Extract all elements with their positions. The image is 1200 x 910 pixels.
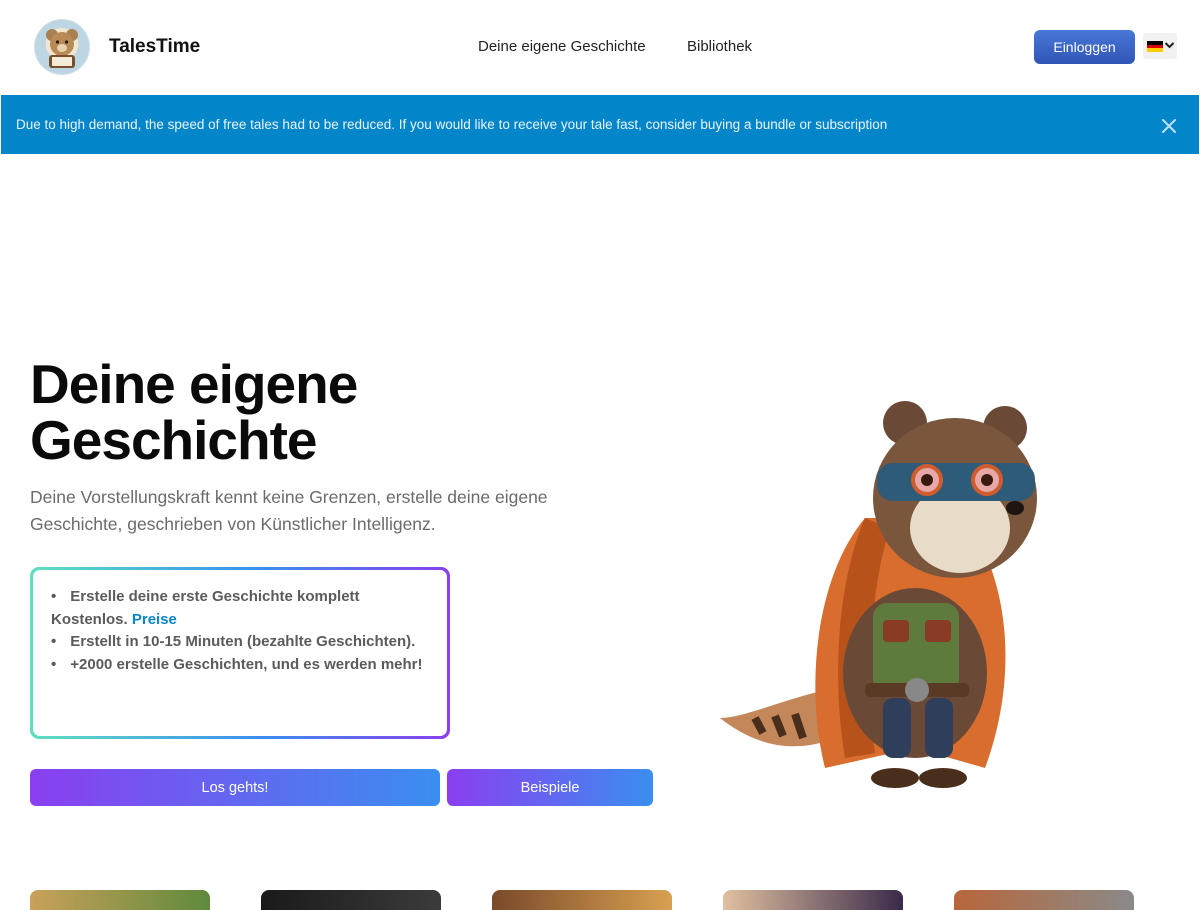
superhero-raccoon-illustration [720,401,1037,788]
story-thumbnail[interactable] [261,890,441,910]
nav-link-own-story[interactable]: Deine eigene Geschichte [478,38,646,55]
story-thumbnail[interactable] [492,890,672,910]
login-button[interactable]: Einloggen [1034,30,1135,64]
story-thumbnail[interactable] [954,890,1134,910]
notice-banner: Due to high demand, the speed of free ta… [1,95,1199,154]
feature-item-free: Erstelle deine erste Geschichte komplett… [51,586,429,631]
story-thumbnail[interactable] [30,890,210,910]
feature-item-count: +2000 erstelle Geschichten, und es werde… [51,654,429,677]
bear-logo-icon[interactable] [34,19,90,75]
feature-item-speed: Erstellt in 10-15 Minuten (bezahlte Gesc… [51,631,429,654]
title-line-1: Deine eigene [30,353,358,415]
chevron-down-icon [1164,42,1175,49]
story-thumbnail[interactable] [723,890,903,910]
german-flag-icon [1147,41,1163,52]
close-icon[interactable] [1158,115,1180,137]
language-selector[interactable] [1143,33,1177,59]
page-title: Deine eigene Geschichte [30,353,358,471]
title-line-2: Geschichte [30,409,318,471]
examples-button[interactable]: Beispiele [447,769,653,806]
hero-subtitle: Deine Vorstellungskraft kennt keine Gren… [30,487,548,534]
nav-link-library[interactable]: Bibliothek [687,38,752,55]
notice-text: Due to high demand, the speed of free ta… [16,117,888,132]
start-button[interactable]: Los gehts! [30,769,440,806]
feature-list: Erstelle deine erste Geschichte komplett… [51,586,429,676]
feature-box: Erstelle deine erste Geschichte komplett… [30,567,450,739]
pricing-link[interactable]: Preise [132,611,177,628]
brand-name[interactable]: TalesTime [109,36,200,58]
site-header: TalesTime Deine eigene Geschichte Biblio… [0,0,1200,94]
